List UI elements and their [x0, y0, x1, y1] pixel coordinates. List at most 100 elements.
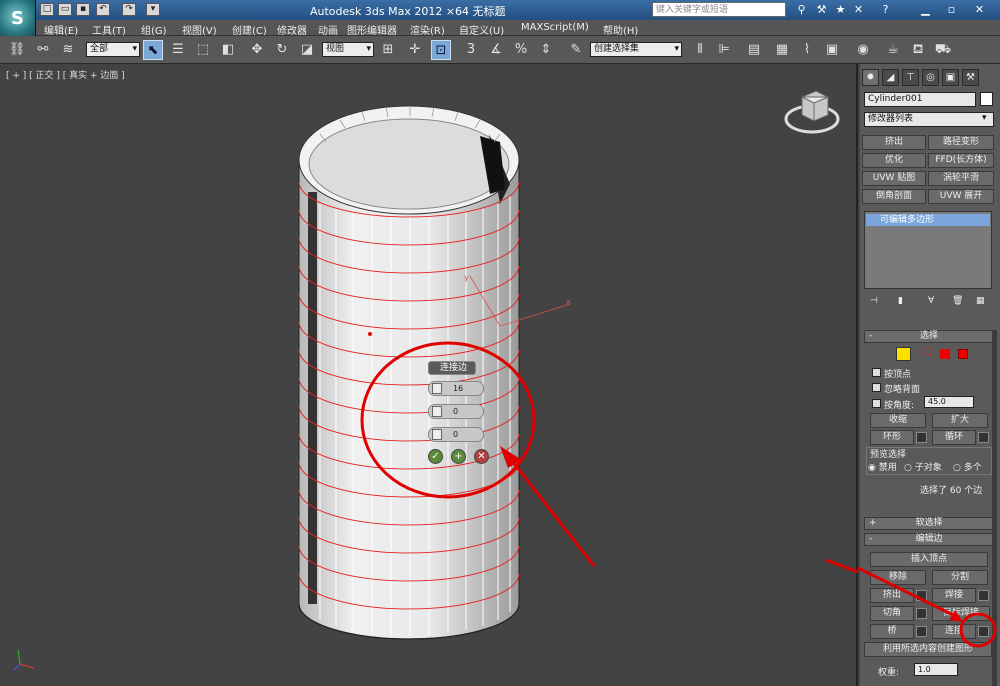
- menu-views[interactable]: 视图(V): [182, 22, 217, 37]
- graphite-tools-icon[interactable]: ▦: [772, 40, 792, 60]
- ignore-backfacing-checkbox[interactable]: [872, 383, 881, 392]
- align-icon[interactable]: ⊫: [714, 40, 734, 60]
- make-unique-icon[interactable]: ∀: [928, 296, 934, 306]
- weld-settings-icon[interactable]: [978, 590, 989, 601]
- object-color-swatch[interactable]: [980, 92, 993, 106]
- select-object-icon[interactable]: ⬉: [143, 40, 163, 60]
- stack-item-editable-poly[interactable]: 可编辑多边形: [866, 214, 990, 226]
- spinner-snap-icon[interactable]: ⇕: [536, 40, 556, 60]
- selection-filter-dropdown[interactable]: 全部: [86, 42, 140, 57]
- selection-rollout-header[interactable]: - 选择: [864, 330, 994, 343]
- link-icon[interactable]: ⛓: [7, 40, 27, 60]
- render-setup-icon[interactable]: ☕: [883, 40, 903, 60]
- close-icon[interactable]: ✕: [972, 3, 987, 17]
- caddy-title[interactable]: 连接边: [428, 361, 476, 375]
- angle-spinner[interactable]: 45.0: [924, 396, 974, 408]
- apply-button[interactable]: +: [451, 449, 466, 464]
- tab-utilities-icon[interactable]: ⚒: [962, 69, 979, 86]
- window-crossing-icon[interactable]: ◧: [218, 40, 238, 60]
- show-end-result-icon[interactable]: ▮: [898, 296, 903, 306]
- loop-button[interactable]: 循环: [932, 430, 976, 445]
- shrink-button[interactable]: 收缩: [870, 413, 926, 428]
- modifier-bevel-profile-button[interactable]: 倒角剖面: [862, 189, 926, 204]
- menu-rendering[interactable]: 渲染(R): [410, 22, 445, 37]
- mirror-icon[interactable]: ⫴: [690, 40, 710, 60]
- bind-space-warp-icon[interactable]: ≋: [58, 40, 78, 60]
- app-logo-icon[interactable]: S: [0, 0, 36, 36]
- angle-snap-icon[interactable]: ∡: [486, 40, 506, 60]
- tab-modify-icon[interactable]: ◢: [882, 69, 899, 86]
- menu-maxscript[interactable]: MAXScript(M): [521, 22, 589, 33]
- loop-spinner-icon[interactable]: [978, 432, 989, 443]
- help-icon[interactable]: ?: [878, 3, 893, 17]
- segments-spinner[interactable]: 16: [428, 381, 484, 396]
- keyboard-shortcut-override-icon[interactable]: ⊡: [431, 40, 451, 60]
- tab-hierarchy-icon[interactable]: ⊤: [902, 69, 919, 86]
- maximize-icon[interactable]: ▫: [944, 3, 959, 17]
- modifier-optimize-button[interactable]: 优化: [862, 153, 926, 168]
- border-mode-icon[interactable]: ◯: [922, 347, 932, 357]
- percent-snap-icon[interactable]: %: [511, 40, 531, 60]
- snaps-toggle-icon[interactable]: 3: [461, 40, 481, 60]
- cancel-button[interactable]: ✕: [474, 449, 489, 464]
- modifier-extrude-button[interactable]: 挤出: [862, 135, 926, 150]
- save-file-icon[interactable]: ▪: [76, 3, 90, 16]
- edit-edges-rollout-header[interactable]: - 编辑边: [864, 533, 994, 546]
- edit-named-selection-icon[interactable]: ✎: [566, 40, 586, 60]
- minimize-icon[interactable]: ▁: [918, 3, 933, 17]
- menu-help[interactable]: 帮助(H): [603, 22, 638, 37]
- viewcube-icon[interactable]: [784, 89, 844, 139]
- menu-edit[interactable]: 编辑(E): [44, 22, 78, 37]
- ring-button[interactable]: 环形: [870, 430, 914, 445]
- modifier-ffd-box-button[interactable]: FFD(长方体): [928, 153, 994, 168]
- select-by-name-icon[interactable]: ☰: [168, 40, 188, 60]
- menu-graph-editors[interactable]: 图形编辑器: [347, 22, 397, 37]
- modifier-stack[interactable]: 可编辑多边形: [864, 211, 992, 289]
- edge-mode-icon[interactable]: [896, 347, 911, 361]
- menu-tools[interactable]: 工具(T): [92, 22, 126, 37]
- layer-manager-icon[interactable]: ▤: [744, 40, 764, 60]
- subscription-icon[interactable]: ✕: [851, 3, 866, 17]
- cylinder-mesh[interactable]: [298, 105, 520, 640]
- binoculars-icon[interactable]: ⚲: [794, 3, 809, 17]
- render-production-icon[interactable]: ⛟: [933, 40, 953, 60]
- modifier-uvw-map-button[interactable]: UVW 贴图: [862, 171, 926, 186]
- rectangular-selection-icon[interactable]: ⬚: [193, 40, 213, 60]
- configure-modifier-sets-icon[interactable]: ▦: [976, 296, 985, 306]
- communication-center-icon[interactable]: ⚒: [814, 3, 829, 17]
- perspective-viewport[interactable]: [ + ] [ 正交 ] [ 真实 + 边面 ] x y 连接边 16 0 0 …: [0, 64, 858, 686]
- preview-off-radio[interactable]: ◉ 禁用: [868, 460, 897, 473]
- quick-access-dropdown-icon[interactable]: ▾: [146, 3, 160, 16]
- pinch-spinner[interactable]: 0: [428, 404, 484, 419]
- select-manipulate-icon[interactable]: ✛: [405, 40, 425, 60]
- material-editor-icon[interactable]: ◉: [853, 40, 873, 60]
- element-mode-icon[interactable]: [958, 349, 968, 359]
- pin-stack-icon[interactable]: ⊣: [870, 296, 878, 306]
- rotate-icon[interactable]: ↻: [272, 40, 292, 60]
- search-input[interactable]: 键入关键字或短语: [652, 2, 786, 17]
- modifier-list-dropdown[interactable]: 修改器列表: [864, 112, 994, 127]
- weight-spinner[interactable]: 1.0: [914, 663, 958, 676]
- unlink-icon[interactable]: ⚯: [33, 40, 53, 60]
- pivot-center-icon[interactable]: ⊞: [378, 40, 398, 60]
- tab-create-icon[interactable]: ✹: [862, 69, 879, 86]
- scale-icon[interactable]: ◪: [297, 40, 317, 60]
- named-selection-dropdown[interactable]: 创建选择集: [590, 42, 682, 57]
- ring-spinner-icon[interactable]: [916, 432, 927, 443]
- move-icon[interactable]: ✥: [247, 40, 267, 60]
- preview-multi-radio[interactable]: ○ 多个: [953, 460, 982, 473]
- remove-modifier-icon[interactable]: 🗑: [952, 296, 963, 306]
- menu-modifiers[interactable]: 修改器: [277, 22, 307, 37]
- polygon-mode-icon[interactable]: [940, 349, 950, 359]
- menu-create[interactable]: 创建(C): [232, 22, 267, 37]
- curve-editor-icon[interactable]: ⌇: [797, 40, 817, 60]
- reference-coordinate-dropdown[interactable]: 视图: [322, 42, 374, 57]
- tab-display-icon[interactable]: ▣: [942, 69, 959, 86]
- menu-customize[interactable]: 自定义(U): [459, 22, 504, 37]
- ok-button[interactable]: ✓: [428, 449, 443, 464]
- menu-group[interactable]: 组(G): [141, 22, 167, 37]
- undo-icon[interactable]: ↶: [96, 3, 110, 16]
- new-file-icon[interactable]: □: [40, 3, 54, 16]
- favorites-icon[interactable]: ★: [833, 3, 848, 17]
- tab-motion-icon[interactable]: ◎: [922, 69, 939, 86]
